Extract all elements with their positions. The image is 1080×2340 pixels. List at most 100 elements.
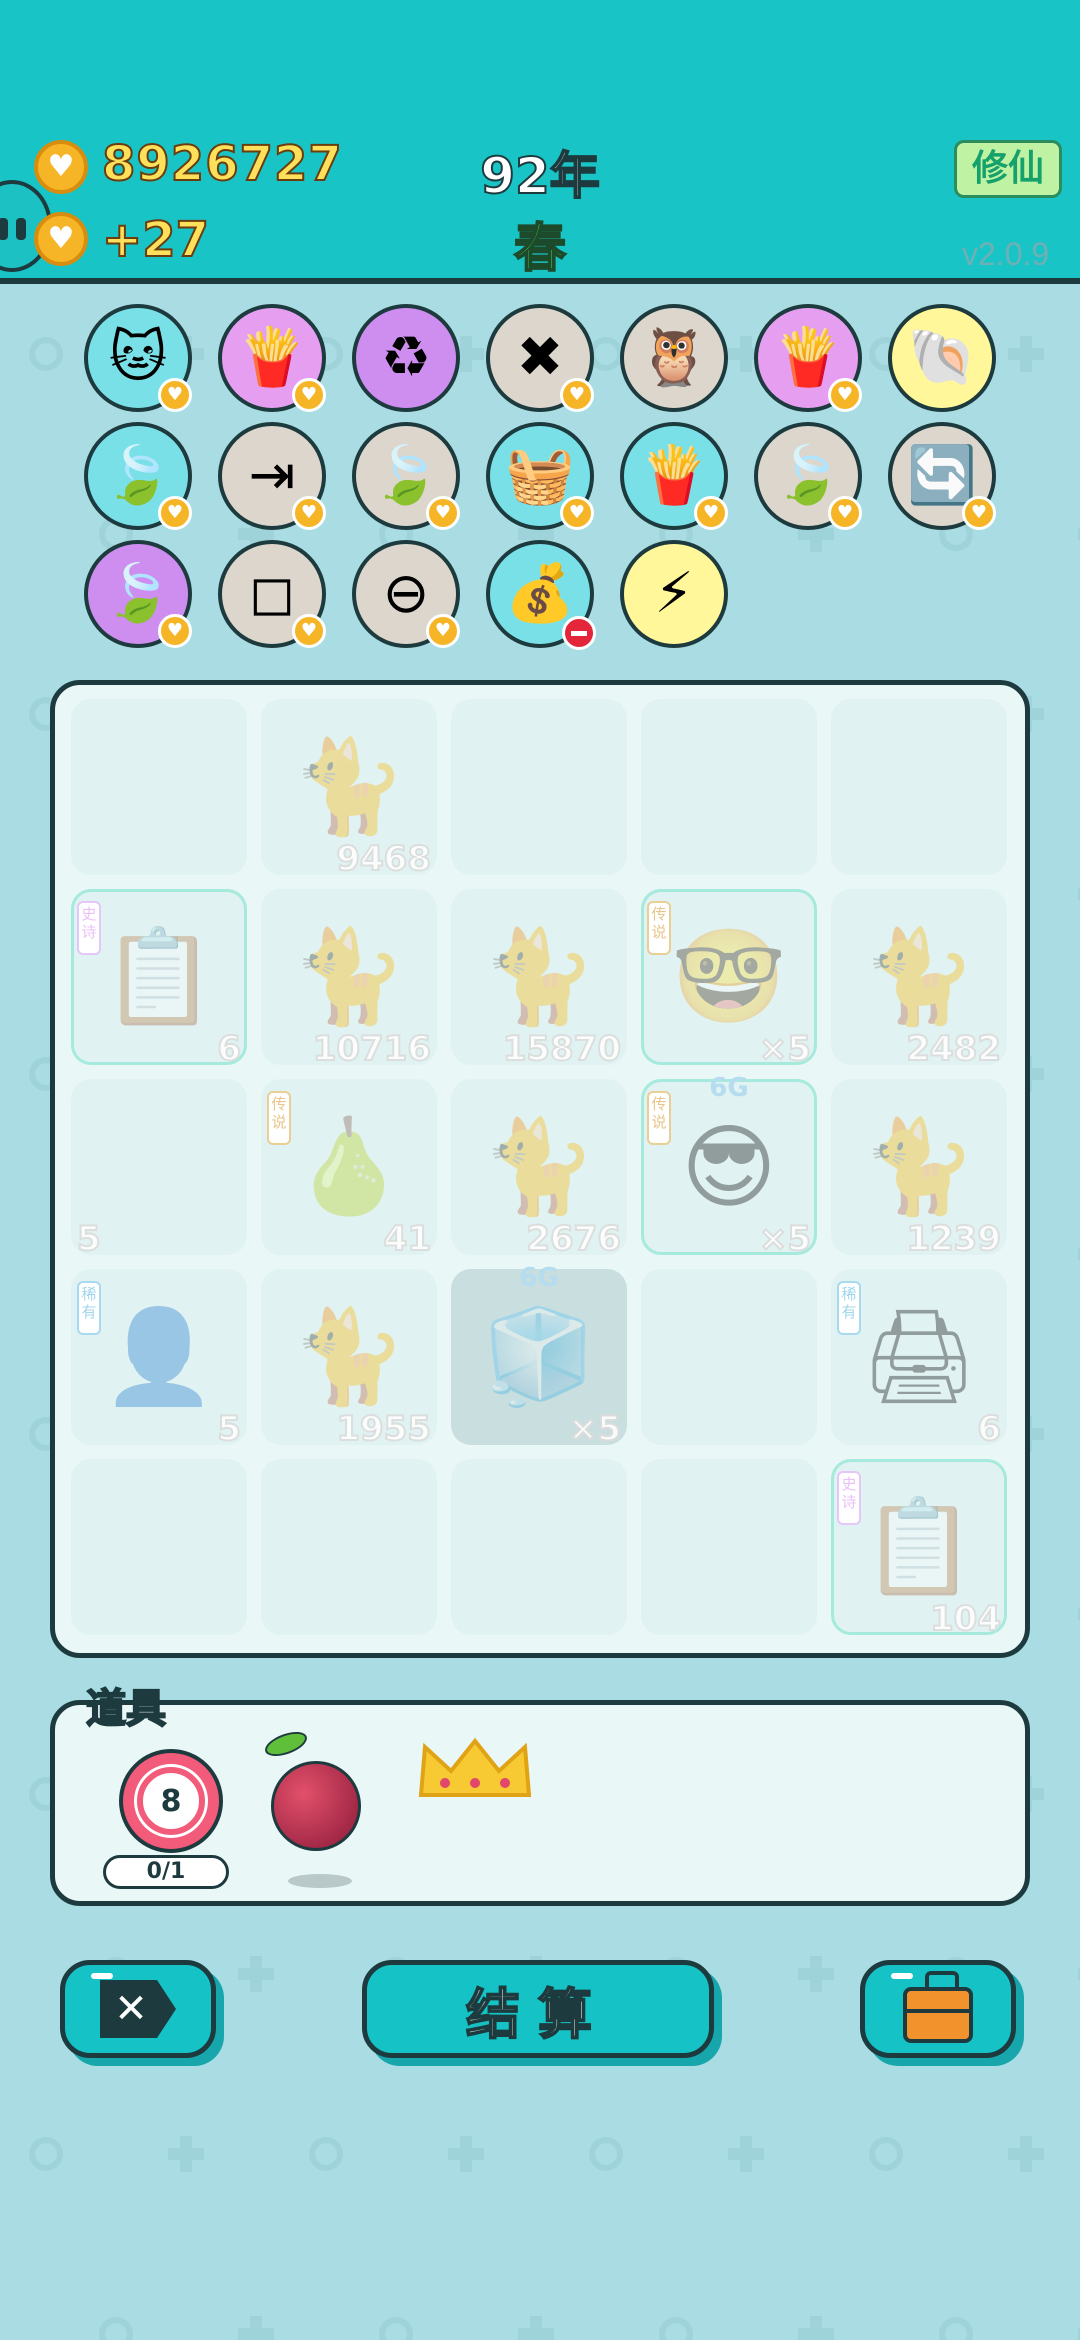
- lightning-icon[interactable]: ⚡: [620, 540, 728, 648]
- bayberry-item[interactable]: [271, 1761, 361, 1888]
- target-8-item[interactable]: 8: [119, 1749, 223, 1853]
- cat-with-coin-icon[interactable]: 🐱 ♥: [84, 304, 192, 412]
- coin-badge-icon: ♥: [292, 378, 326, 412]
- coin-badge-icon: ♥: [292, 614, 326, 648]
- coin-badge-icon: ♥: [962, 496, 996, 530]
- fruit-basket-icon[interactable]: 🧺 ♥: [486, 422, 594, 530]
- coin-badge-icon: ♥: [158, 496, 192, 530]
- cat-cell[interactable]: 🐈 15870: [451, 889, 627, 1070]
- sugar-cubes-icon[interactable]: ◻ ♥: [218, 540, 326, 648]
- remove-tag-icon: ✕: [100, 1980, 176, 2038]
- empty-cell[interactable]: [641, 1269, 817, 1445]
- coin-badge-icon: ♥: [292, 496, 326, 530]
- items-title: 道具: [85, 1685, 167, 1733]
- cell-value: ×5: [758, 1218, 812, 1260]
- rarity-tag: 史诗: [837, 1471, 861, 1525]
- xiuxian-button[interactable]: 修仙: [954, 140, 1062, 198]
- season-label: 春: [513, 218, 567, 280]
- sack-icon[interactable]: 💰: [486, 540, 596, 650]
- cell-value: 10716: [312, 1028, 432, 1070]
- cell-value: 6: [976, 1408, 1002, 1450]
- coin-badge-icon: ♥: [828, 378, 862, 412]
- pear-cell[interactable]: 🍐 传说 41: [261, 1079, 437, 1260]
- cell-value: 104: [929, 1598, 1002, 1640]
- year-label: 92年: [479, 146, 601, 206]
- top-bar: ♥ 8926727 ♥ +27 92年 春 修仙 v2.0.9: [0, 0, 1080, 284]
- cell-value: 15870: [502, 1028, 622, 1070]
- skip-icon[interactable]: ⇥ ♥: [218, 422, 326, 530]
- settle-button[interactable]: 结算: [362, 1960, 714, 2058]
- cell-top-label: 6G: [519, 1263, 559, 1293]
- empty-cell[interactable]: [831, 699, 1007, 875]
- cell-value: ×5: [758, 1028, 812, 1070]
- copy-paste-cell-2[interactable]: 📋 史诗 104: [831, 1459, 1007, 1640]
- cell-value: 1239: [905, 1218, 1002, 1260]
- items-panel: 8 0/1: [50, 1700, 1030, 1906]
- fries-icon-2[interactable]: 🍟 ♥: [754, 304, 862, 412]
- cell-value: 2482: [905, 1028, 1002, 1070]
- cat-cell[interactable]: 🐈 2482: [831, 889, 1007, 1070]
- coin-badge-icon: ♥: [560, 496, 594, 530]
- briefcase-icon: [903, 1971, 973, 2043]
- leaf-icon-2[interactable]: 🍃 ♥: [352, 422, 460, 530]
- coin-badge-icon: ♥: [158, 378, 192, 412]
- minus-badge-icon: [562, 616, 596, 650]
- skip-button[interactable]: ✕: [60, 1960, 216, 2058]
- rarity-tag: 传说: [267, 1091, 291, 1145]
- fries-icon-3[interactable]: 🍟 ♥: [620, 422, 728, 530]
- cell-value: ×5: [568, 1408, 622, 1450]
- cell-value: 2676: [525, 1218, 622, 1260]
- version-label: v2.0.9: [962, 236, 1050, 272]
- leaf-icon[interactable]: 🍃 ♥: [84, 422, 192, 530]
- coin-badge-icon: ♥: [694, 496, 728, 530]
- coin-badge-icon: ♥: [158, 614, 192, 648]
- coin-badge-icon: ♥: [828, 496, 862, 530]
- cell-top-label: 6G: [709, 1073, 749, 1103]
- rarity-tag: 稀有: [77, 1281, 101, 1335]
- cell-value: 9468: [335, 838, 432, 880]
- empty-cell[interactable]: [261, 1459, 437, 1635]
- cat-cell[interactable]: 🐈 1955: [261, 1269, 437, 1450]
- leaf-icon-4[interactable]: 🍃 ♥: [84, 540, 192, 648]
- empty-cell[interactable]: [71, 1459, 247, 1635]
- cell-value: 5: [216, 1408, 242, 1450]
- empty-cell[interactable]: [641, 699, 817, 875]
- leaf-icon-3[interactable]: 🍃 ♥: [754, 422, 862, 530]
- sunglasses-king-cell[interactable]: 😎 传说 6G ×5: [641, 1073, 817, 1260]
- refresh-icon[interactable]: 🔄 ♥: [888, 422, 996, 530]
- empty-cell[interactable]: [71, 699, 247, 875]
- coin-badge-icon: ♥: [560, 378, 594, 412]
- empty-cell[interactable]: 5: [71, 1079, 247, 1260]
- cell-value: 1955: [335, 1408, 432, 1450]
- slot-board: 🐈 9468 📋 史诗 6 🐈 10716 🐈 15870 🤓 传说 ×5 🐈 2482 5 🍐 传说 41 🐈 26…: [50, 680, 1030, 1658]
- nerd-king-cell[interactable]: 🤓 传说 ×5: [641, 889, 817, 1070]
- rarity-tag: 史诗: [77, 901, 101, 955]
- cell-value: 5: [76, 1218, 102, 1260]
- fries-icon[interactable]: 🍟 ♥: [218, 304, 326, 412]
- coin-badge-icon: ♥: [426, 614, 460, 648]
- empty-cell[interactable]: [451, 699, 627, 875]
- cell-value: 6: [216, 1028, 242, 1070]
- printer-cell[interactable]: 🖨 稀有 6: [831, 1269, 1007, 1450]
- cat-cell[interactable]: 🐈 2676: [451, 1079, 627, 1260]
- cat-cell[interactable]: 🐈 10716: [261, 889, 437, 1070]
- remove-tag-icon[interactable]: ✖ ♥: [486, 304, 594, 412]
- rarity-tag: 传说: [647, 901, 671, 955]
- target-value: 8: [137, 1767, 205, 1835]
- recycle-icon[interactable]: ♻: [352, 304, 460, 412]
- rarity-tag: 稀有: [837, 1281, 861, 1335]
- coin-badge-icon: ♥: [426, 496, 460, 530]
- copy-paste-cell[interactable]: 📋 史诗 6: [71, 889, 247, 1070]
- cell-value: 41: [383, 1218, 432, 1260]
- minus-circle-icon[interactable]: ⊖ ♥: [352, 540, 460, 648]
- empty-cell[interactable]: [641, 1459, 817, 1635]
- hat-man-cell[interactable]: 👤 稀有 5: [71, 1269, 247, 1450]
- crown-item[interactable]: [415, 1737, 535, 1807]
- shell-icon[interactable]: 🐚: [888, 304, 996, 412]
- cat-cell[interactable]: 🐈 9468: [261, 699, 437, 880]
- fridge-cell[interactable]: 🧊 6G ×5: [451, 1263, 627, 1450]
- cat-cell[interactable]: 🐈 1239: [831, 1079, 1007, 1260]
- inventory-button[interactable]: [860, 1960, 1016, 2058]
- owls-icon[interactable]: 🦉: [620, 304, 728, 412]
- empty-cell[interactable]: [451, 1459, 627, 1635]
